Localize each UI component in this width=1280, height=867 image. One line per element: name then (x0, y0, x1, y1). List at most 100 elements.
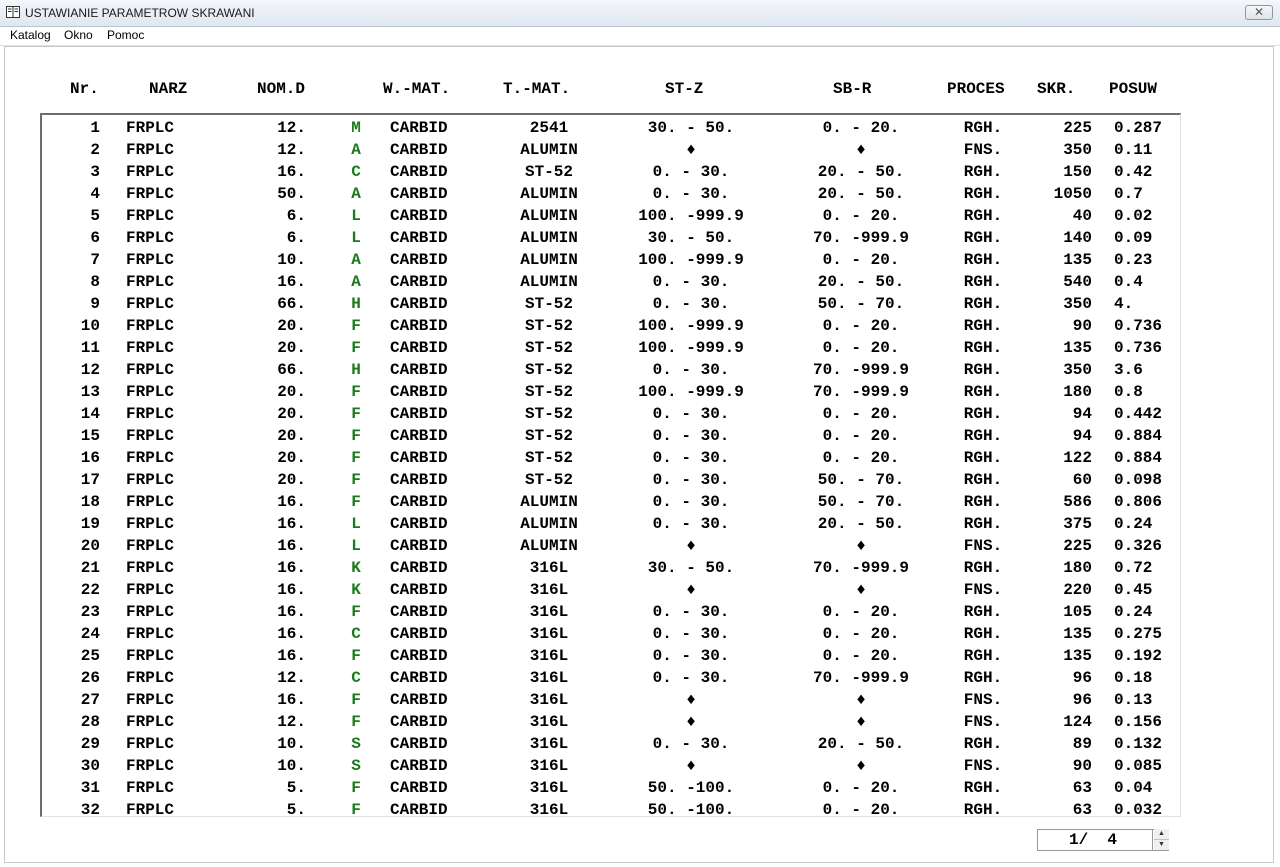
cell-skr: 140 (1063, 229, 1092, 247)
cell-skr: 150 (1063, 163, 1092, 181)
cell-wmat: CARBID (390, 801, 448, 817)
table-row[interactable]: 30 FRPLC 10. S CARBID 316L ♦ ♦ FNS. 90 0.085 (42, 755, 1180, 777)
menu-katalog[interactable]: Katalog (10, 28, 51, 42)
cell-proces: RGH. (963, 361, 1003, 379)
cell-nomd: 50. (277, 185, 306, 203)
table-row[interactable]: 4 FRPLC 50. A CARBID ALUMIN 0. - 30. 20. - 50. R… (42, 183, 1180, 205)
cell-wmat: CARBID (390, 251, 448, 269)
table-row[interactable]: 25 FRPLC 16. F CARBID 316L 0. - 30. 0. - 20. RGH… (42, 645, 1180, 667)
cell-sbr: ♦ (856, 713, 866, 731)
table-row[interactable]: 5 FRPLC 6. L CARBID ALUMIN 100. -999.9 0. - 20.… (42, 205, 1180, 227)
page-spinner[interactable]: ▲ ▼ (1152, 829, 1169, 851)
cell-posuw: 0.24 (1114, 515, 1153, 533)
cell-nr: 28 (80, 713, 100, 731)
cell-narz: FRPLC (126, 405, 175, 423)
table-row[interactable]: 1 FRPLC 12. M CARBID 2541 30. - 50. 0. - 20. RGH… (42, 117, 1180, 139)
table-row[interactable]: 19 FRPLC 16. L CARBID ALUMIN 0. - 30. 20. - 50.… (42, 513, 1180, 535)
table-row[interactable]: 24 FRPLC 16. C CARBID 316L 0. - 30. 0. - 20. RGH… (42, 623, 1180, 645)
cell-wmat: CARBID (390, 559, 448, 577)
cell-wmat: CARBID (390, 207, 448, 225)
cell-code: A (351, 251, 361, 269)
cell-skr: 180 (1063, 383, 1092, 401)
spin-down-icon[interactable]: ▼ (1154, 840, 1169, 850)
cell-posuw: 0.02 (1114, 207, 1153, 225)
table-row[interactable]: 13 FRPLC 20. F CARBID ST-52 100. -999.9 70. -99… (42, 381, 1180, 403)
table-row[interactable]: 26 FRPLC 12. C CARBID 316L 0. - 30. 70. -999.9 R… (42, 667, 1180, 689)
cell-proces: RGH. (963, 427, 1003, 445)
table-row[interactable]: 11 FRPLC 20. F CARBID ST-52 100. -999.9 0. - 20… (42, 337, 1180, 359)
cell-sbr: ♦ (856, 537, 866, 555)
cell-narz: FRPLC (126, 163, 175, 181)
table-row[interactable]: 8 FRPLC 16. A CARBID ALUMIN 0. - 30. 20. - 50. R… (42, 271, 1180, 293)
cell-tmat: ST-52 (524, 295, 573, 313)
parameters-table[interactable]: 1 FRPLC 12. M CARBID 2541 30. - 50. 0. - 20. RGH… (40, 113, 1181, 817)
menu-bar: Katalog Okno Pomoc (0, 27, 1280, 46)
cell-skr: 375 (1063, 515, 1092, 533)
table-row[interactable]: 14 FRPLC 20. F CARBID ST-52 0. - 30. 0. - 20. RG… (42, 403, 1180, 425)
cell-tmat: ST-52 (524, 405, 573, 423)
close-icon[interactable]: ✕ (1246, 6, 1272, 19)
cell-stz: 0. - 30. (652, 273, 730, 291)
cell-sbr: 0. - 20. (822, 119, 900, 137)
cell-proces: RGH. (963, 185, 1003, 203)
table-row[interactable]: 10 FRPLC 20. F CARBID ST-52 100. -999.9 0. - 20… (42, 315, 1180, 337)
cell-skr: 350 (1063, 295, 1092, 313)
cell-nomd: 20. (277, 405, 306, 423)
cell-proces: RGH. (963, 273, 1003, 291)
table-row[interactable]: 18 FRPLC 16. F CARBID ALUMIN 0. - 30. 50. - 70.… (42, 491, 1180, 513)
cell-nomd: 66. (277, 361, 306, 379)
menu-okno[interactable]: Okno (64, 28, 93, 42)
cell-skr: 135 (1063, 251, 1092, 269)
cell-posuw: 0.287 (1114, 119, 1163, 137)
table-row[interactable]: 7 FRPLC 10. A CARBID ALUMIN 100. -999.9 0. - 20… (42, 249, 1180, 271)
table-row[interactable]: 28 FRPLC 12. F CARBID 316L ♦ ♦ FNS. 124 0.156 (42, 711, 1180, 733)
cell-stz: ♦ (686, 757, 696, 775)
table-row[interactable]: 6 FRPLC 6. L CARBID ALUMIN 30. - 50. 70. -999.9… (42, 227, 1180, 249)
table-row[interactable]: 31 FRPLC 5. F CARBID 316L 50. -100. 0. - 20. RGH… (42, 777, 1180, 799)
table-row[interactable]: 15 FRPLC 20. F CARBID ST-52 0. - 30. 0. - 20. RG… (42, 425, 1180, 447)
cell-stz: ♦ (686, 581, 696, 599)
cell-skr: 135 (1063, 625, 1092, 643)
cell-posuw: 4. (1114, 295, 1134, 313)
cell-sbr: 0. - 20. (822, 251, 900, 269)
cell-wmat: CARBID (390, 691, 448, 709)
cell-narz: FRPLC (126, 757, 175, 775)
cell-proces: RGH. (963, 207, 1003, 225)
cell-stz: 0. - 30. (652, 735, 730, 753)
menu-pomoc[interactable]: Pomoc (107, 28, 144, 42)
table-row[interactable]: 22 FRPLC 16. K CARBID 316L ♦ ♦ FNS. 220 0.45 (42, 579, 1180, 601)
table-row[interactable]: 32 FRPLC 5. F CARBID 316L 50. -100. 0. - 20. RGH… (42, 799, 1180, 817)
table-row[interactable]: 12 FRPLC 66. H CARBID ST-52 0. - 30. 70. -999.9… (42, 359, 1180, 381)
cell-sbr: 0. - 20. (822, 779, 900, 797)
table-row[interactable]: 9 FRPLC 66. H CARBID ST-52 0. - 30. 50. - 70. RG… (42, 293, 1180, 315)
spin-up-icon[interactable]: ▲ (1154, 829, 1169, 840)
table-row[interactable]: 3 FRPLC 16. C CARBID ST-52 0. - 30. 20. - 50. RG… (42, 161, 1180, 183)
cell-tmat: 2541 (529, 119, 569, 137)
cell-nomd: 6. (286, 229, 306, 247)
header-nr: Nr. (70, 80, 99, 98)
cell-sbr: 0. - 20. (822, 427, 900, 445)
cell-narz: FRPLC (126, 339, 175, 357)
page-number: 1/ 4 (1068, 831, 1117, 849)
close-button[interactable]: ✕ (1245, 5, 1273, 20)
cell-nomd: 10. (277, 757, 306, 775)
cell-wmat: CARBID (390, 383, 448, 401)
table-row[interactable]: 29 FRPLC 10. S CARBID 316L 0. - 30. 20. - 50. RG… (42, 733, 1180, 755)
table-row[interactable]: 27 FRPLC 16. F CARBID 316L ♦ ♦ FNS. 96 0.13 (42, 689, 1180, 711)
cell-code: H (351, 361, 361, 379)
table-row[interactable]: 21 FRPLC 16. K CARBID 316L 30. - 50. 70. -999.9… (42, 557, 1180, 579)
cell-narz: FRPLC (126, 559, 175, 577)
cell-proces: RGH. (963, 801, 1003, 817)
cell-narz: FRPLC (126, 713, 175, 731)
cell-narz: FRPLC (126, 273, 175, 291)
page-indicator[interactable]: 1/ 4 (1037, 829, 1169, 851)
table-row[interactable]: 17 FRPLC 20. F CARBID ST-52 0. - 30. 50. - 70. R… (42, 469, 1180, 491)
cell-code: A (351, 185, 361, 203)
table-row[interactable]: 20 FRPLC 16. L CARBID ALUMIN ♦ ♦ FNS. 225 0.326 (42, 535, 1180, 557)
cell-sbr: ♦ (856, 691, 866, 709)
cell-nr: 13 (80, 383, 100, 401)
cell-skr: 63 (1072, 801, 1092, 817)
table-row[interactable]: 2 FRPLC 12. A CARBID ALUMIN ♦ ♦ FNS. 350 0.11 (42, 139, 1180, 161)
table-row[interactable]: 16 FRPLC 20. F CARBID ST-52 0. - 30. 0. - 20. RG… (42, 447, 1180, 469)
table-row[interactable]: 23 FRPLC 16. F CARBID 316L 0. - 30. 0. - 20. RGH… (42, 601, 1180, 623)
